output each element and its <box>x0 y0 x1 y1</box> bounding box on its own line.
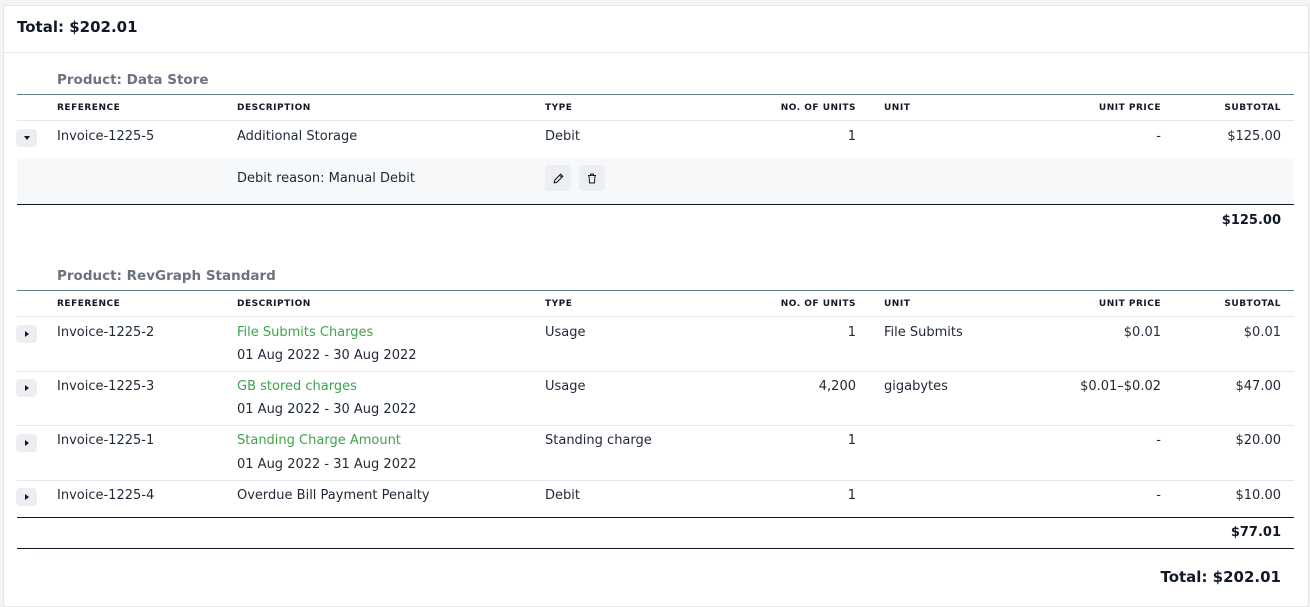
col-unit: UNIT <box>884 299 911 309</box>
chevron-down-icon <box>23 136 30 140</box>
trash-icon <box>588 173 596 183</box>
cell-reference: Invoice-1225-5 <box>57 129 155 144</box>
edit-button[interactable] <box>545 165 571 191</box>
cell-unit-price: - <box>1156 433 1161 448</box>
chevron-right-icon <box>24 331 29 337</box>
cell-unit: File Submits <box>884 325 963 340</box>
cell-description-link[interactable]: Standing Charge Amount <box>237 433 401 448</box>
cell-reference: Invoice-1225-2 <box>57 325 155 340</box>
chevron-right-icon <box>24 385 29 391</box>
cell-description-link[interactable]: GB stored charges <box>237 379 357 394</box>
cell-units: 1 <box>847 488 856 503</box>
chevron-right-icon <box>24 494 29 500</box>
row-divider <box>17 120 1294 121</box>
cell-units: 1 <box>847 129 856 144</box>
expand-toggle[interactable] <box>16 379 37 397</box>
cell-subtotal: $47.00 <box>1235 379 1282 394</box>
collapse-toggle[interactable] <box>16 129 37 147</box>
col-description: DESCRIPTION <box>237 103 311 113</box>
total-header: Total: $202.01 <box>17 18 138 36</box>
pencil-icon <box>553 173 563 183</box>
cell-subtotal: $125.00 <box>1227 129 1281 144</box>
cell-unit: gigabytes <box>884 379 948 394</box>
header-divider <box>4 52 1308 53</box>
cell-units: 1 <box>847 433 856 448</box>
cell-period: 01 Aug 2022 - 30 Aug 2022 <box>237 402 417 417</box>
cell-type: Debit <box>545 129 580 144</box>
cell-units: 1 <box>847 325 856 340</box>
col-reference: REFERENCE <box>57 299 121 309</box>
product-divider <box>17 94 1294 95</box>
chevron-right-icon <box>24 440 29 446</box>
row-divider <box>17 480 1294 481</box>
col-unit-price: UNIT PRICE <box>1098 103 1161 113</box>
col-units: NO. OF UNITS <box>780 299 856 309</box>
product-title-data-store: Product: Data Store <box>57 72 209 88</box>
col-unit-price: UNIT PRICE <box>1098 299 1161 309</box>
cell-unit-price: $0.01 <box>1123 325 1161 340</box>
cell-subtotal: $20.00 <box>1235 433 1282 448</box>
col-units: NO. OF UNITS <box>780 103 856 113</box>
expand-toggle[interactable] <box>16 434 37 452</box>
cell-type: Standing charge <box>545 433 652 448</box>
invoice-card: Total: $202.01 Product: Data Store REFER… <box>3 5 1309 607</box>
cell-reference: Invoice-1225-3 <box>57 379 155 394</box>
col-subtotal: SUBTOTAL <box>1224 299 1281 309</box>
expand-toggle[interactable] <box>16 488 37 506</box>
row-divider <box>17 425 1294 426</box>
col-unit: UNIT <box>884 103 911 113</box>
cell-description-link[interactable]: File Submits Charges <box>237 325 373 340</box>
cell-period: 01 Aug 2022 - 31 Aug 2022 <box>237 457 417 472</box>
grand-total-divider <box>17 548 1294 549</box>
product-total-divider <box>17 204 1294 205</box>
cell-type: Debit <box>545 488 580 503</box>
cell-description: Additional Storage <box>237 129 358 144</box>
grand-total: Total: $202.01 <box>1160 568 1281 586</box>
cell-unit-price: - <box>1156 129 1161 144</box>
expand-toggle[interactable] <box>16 325 37 343</box>
cell-type: Usage <box>545 379 586 394</box>
col-type: TYPE <box>545 299 573 309</box>
debit-reason: Debit reason: Manual Debit <box>237 171 415 186</box>
col-reference: REFERENCE <box>57 103 121 113</box>
product-divider <box>17 290 1294 291</box>
row-divider <box>17 371 1294 372</box>
delete-button[interactable] <box>579 165 605 191</box>
cell-subtotal: $10.00 <box>1235 488 1282 503</box>
row-divider <box>17 316 1294 317</box>
cell-subtotal: $0.01 <box>1243 325 1281 340</box>
cell-description: Overdue Bill Payment Penalty <box>237 488 430 503</box>
col-type: TYPE <box>545 103 573 113</box>
product-title-revgraph-standard: Product: RevGraph Standard <box>57 268 276 284</box>
col-description: DESCRIPTION <box>237 299 311 309</box>
cell-reference: Invoice-1225-1 <box>57 433 155 448</box>
cell-type: Usage <box>545 325 586 340</box>
product-total: $77.01 <box>1230 525 1281 540</box>
cell-reference: Invoice-1225-4 <box>57 488 155 503</box>
cell-units: 4,200 <box>818 379 856 394</box>
cell-unit-price: - <box>1156 488 1161 503</box>
cell-period: 01 Aug 2022 - 30 Aug 2022 <box>237 348 417 363</box>
product-total-divider <box>17 517 1294 518</box>
debit-reason-panel <box>17 158 1294 204</box>
col-subtotal: SUBTOTAL <box>1224 103 1281 113</box>
cell-unit-price: $0.01–$0.02 <box>1080 379 1161 394</box>
product-total: $125.00 <box>1221 213 1281 228</box>
